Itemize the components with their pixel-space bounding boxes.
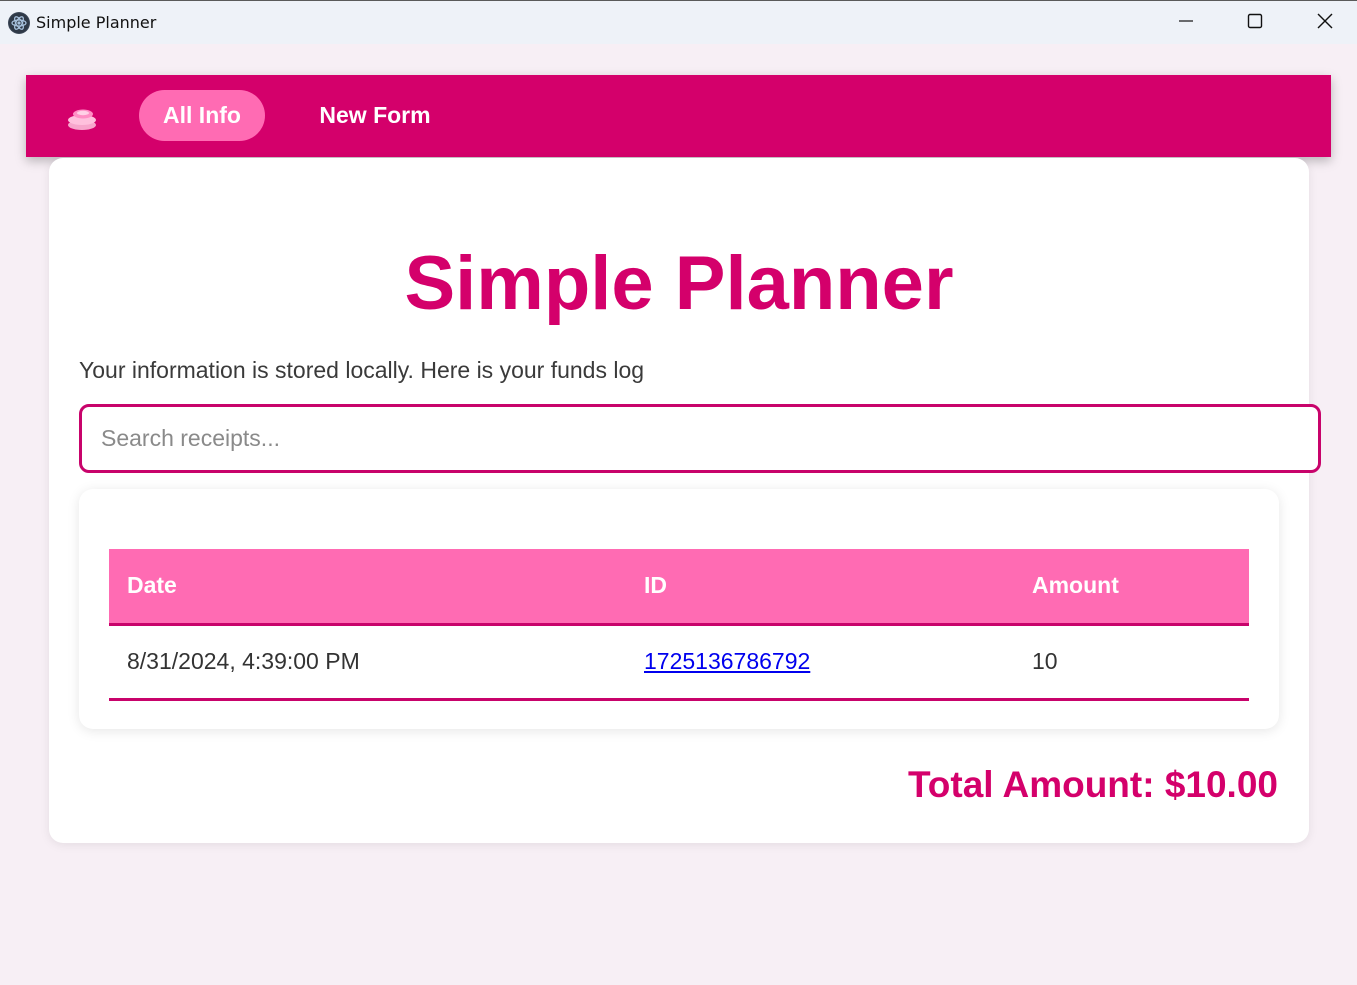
receipt-id-link[interactable]: 1725136786792 [644, 648, 810, 674]
maximize-button[interactable] [1220, 1, 1290, 45]
page-title: Simple Planner [404, 241, 954, 326]
cell-amount: 10 [1014, 624, 1249, 701]
window-title: Simple Planner [36, 13, 157, 32]
window-titlebar: Simple Planner [0, 0, 1357, 44]
coins-stack-icon[interactable] [66, 105, 98, 131]
table-row: 8/31/2024, 4:39:00 PM 1725136786792 10 [109, 624, 1249, 701]
column-header-date: Date [109, 549, 626, 626]
column-header-id: ID [626, 549, 1014, 626]
search-input[interactable] [79, 404, 1321, 473]
cell-date: 8/31/2024, 4:39:00 PM [109, 624, 626, 701]
cell-id: 1725136786792 [626, 624, 1014, 701]
close-icon [1317, 13, 1333, 34]
electron-icon [8, 12, 30, 34]
receipts-table-card: Date ID Amount 8/31/2024, 4:39:00 PM 172… [79, 489, 1279, 729]
maximize-icon [1247, 13, 1263, 34]
page-subtitle: Your information is stored locally. Here… [79, 357, 645, 383]
nav-all-info[interactable]: All Info [139, 90, 265, 141]
table-header-row: Date ID Amount [109, 549, 1249, 626]
close-button[interactable] [1290, 1, 1357, 45]
total-amount: Total Amount: $10.00 [907, 764, 1278, 805]
minimize-icon [1178, 13, 1194, 34]
minimize-button[interactable] [1151, 1, 1221, 45]
top-navbar: All Info New Form [26, 75, 1331, 157]
column-header-amount: Amount [1014, 549, 1249, 626]
main-card: Simple Planner Your information is store… [49, 158, 1321, 843]
nav-new-form[interactable]: New Form [296, 90, 454, 141]
receipts-table: Date ID Amount 8/31/2024, 4:39:00 PM 172… [109, 549, 1249, 701]
